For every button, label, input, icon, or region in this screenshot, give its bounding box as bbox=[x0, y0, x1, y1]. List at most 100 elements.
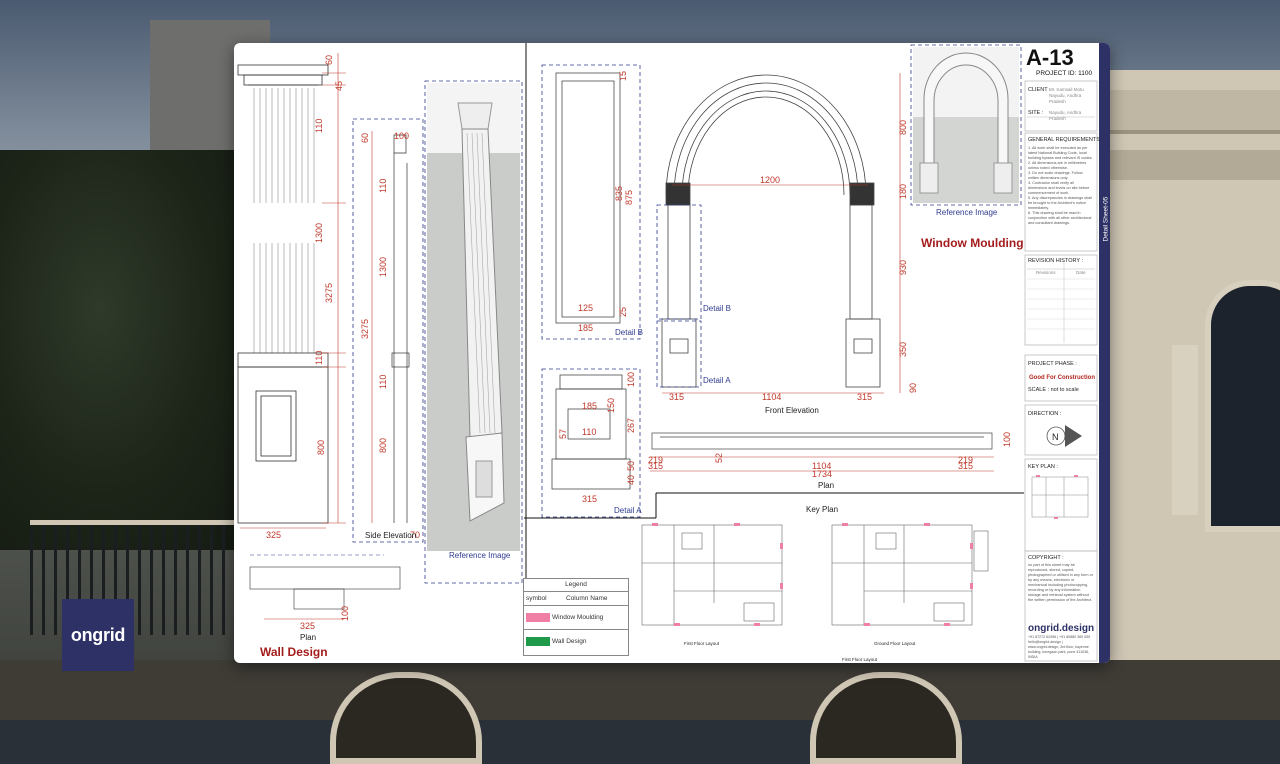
sheet-number: A-13 bbox=[1026, 45, 1074, 70]
wall-width-label: 325 bbox=[266, 530, 281, 540]
revision-col-date: Date bbox=[1076, 270, 1086, 275]
ground-floor-highlights bbox=[842, 523, 973, 626]
wall-plan-width: 325 bbox=[300, 621, 315, 631]
key-plan-thumbnail-highlights bbox=[1036, 475, 1078, 519]
detail-a-label: Detail A bbox=[614, 506, 642, 515]
revision-history-title: REVISION HISTORY : bbox=[1028, 258, 1084, 264]
sheet-side-tab-label: Detail Sheet-05 bbox=[1102, 196, 1110, 242]
window-arch-elevation bbox=[661, 74, 881, 388]
front-elevation-label: Front Elevation bbox=[765, 406, 819, 415]
project-phase-label: PROJECT PHASE : bbox=[1028, 361, 1077, 367]
detail-a-dim: 57 bbox=[558, 429, 568, 439]
side-elevation-label: Side Elevation bbox=[365, 531, 416, 540]
detail-b-callout bbox=[656, 204, 702, 320]
detail-a-dim: 110 bbox=[582, 427, 596, 437]
ground-floor-plan bbox=[831, 524, 989, 626]
detail-a-dim: 150 bbox=[606, 398, 616, 413]
general-requirements-title: GENERAL REQUIREMENTS : bbox=[1028, 137, 1103, 143]
side-elevation-drawing bbox=[391, 134, 410, 523]
side-dim-label: 800 bbox=[378, 438, 388, 453]
background-lower-floor bbox=[0, 660, 1280, 720]
window-plan-dim: 315 bbox=[958, 461, 973, 471]
window-plan-drawing bbox=[651, 432, 993, 450]
legend-col-name: Column Name bbox=[566, 595, 608, 602]
wall-dim-label: 110 bbox=[314, 351, 324, 365]
window-dim-left: 315 bbox=[669, 392, 684, 402]
window-dim-h1: 800 bbox=[898, 120, 908, 135]
window-dim-lines bbox=[662, 73, 901, 394]
detail-a-dim: 185 bbox=[582, 401, 597, 411]
window-reference-render bbox=[913, 47, 1019, 203]
detail-a-dim: 100 bbox=[626, 372, 636, 387]
side-dim-label: 100 bbox=[394, 131, 409, 141]
key-plan-thumbnail bbox=[1031, 476, 1089, 518]
window-dim-h2: 180 bbox=[898, 184, 908, 199]
site-label: SITE : bbox=[1028, 110, 1044, 116]
legend-row: Wall Design bbox=[524, 629, 628, 654]
key-plan-label: KEY PLAN : bbox=[1028, 464, 1058, 470]
wall-dim-label: 800 bbox=[316, 440, 326, 455]
direction-label: DIRECTION : bbox=[1028, 411, 1062, 417]
requirement-item: 2. All dimensions are in millimetres unl… bbox=[1028, 161, 1087, 170]
detail-b-drawing bbox=[555, 72, 621, 324]
revision-table-rows bbox=[1027, 278, 1095, 330]
drawing-canvas: 60 45 110 1300 3275 110 800 325 60 100 1… bbox=[237, 43, 1098, 662]
window-moulding-title: Window Moulding bbox=[921, 236, 1024, 250]
legend-swatch-pink bbox=[526, 613, 550, 622]
window-plan-dim: 315 bbox=[648, 461, 663, 471]
background-cornice-lower bbox=[1110, 150, 1280, 180]
detail-b-tag: Detail B bbox=[703, 304, 731, 313]
project-id: PROJECT ID: 1100 bbox=[1036, 70, 1093, 77]
title-block-company: ongrid.design bbox=[1028, 623, 1094, 634]
window-dim-right: 315 bbox=[857, 392, 872, 402]
wall-dim-label: 45 bbox=[334, 81, 344, 91]
window-plan-dim: 1734 bbox=[812, 469, 832, 479]
side-dim-label: 3275 bbox=[360, 319, 370, 339]
client-value: Mr. Kamsali Motu Nayudu, Andhra Pradesh bbox=[1049, 87, 1084, 104]
background-arched-window bbox=[1205, 280, 1280, 532]
wall-dim-label: 3275 bbox=[324, 283, 334, 303]
detail-a-dim: 315 bbox=[582, 494, 597, 504]
legend-item-label: Wall Design bbox=[552, 638, 587, 645]
window-dim-h3: 930 bbox=[898, 260, 908, 275]
background-cornice bbox=[1110, 90, 1280, 134]
general-requirements-list: 1. All work shall be executed as per lat… bbox=[1028, 146, 1094, 226]
window-plan-dim: 100 bbox=[1002, 432, 1012, 447]
legend-swatch-green bbox=[526, 637, 550, 646]
wall-dim-label: 110 bbox=[314, 119, 324, 133]
side-dim-label: 60 bbox=[360, 133, 370, 143]
sheet-side-tab bbox=[1099, 43, 1110, 663]
detail-b-dim: 835 bbox=[614, 186, 624, 201]
wall-plan-label: Plan bbox=[300, 633, 316, 642]
window-dim-h5: 90 bbox=[908, 383, 918, 393]
drawing-sheet: 60 45 110 1300 3275 110 800 325 60 100 1… bbox=[234, 43, 1110, 663]
first-floor-label: First Floor Layout bbox=[684, 641, 720, 646]
side-dim-label: 110 bbox=[378, 375, 388, 389]
detail-b-dim: 875 bbox=[624, 190, 634, 205]
requirement-item: 6. This drawing shall be read in conjunc… bbox=[1028, 211, 1092, 225]
wall-dim-label: 60 bbox=[324, 55, 334, 65]
first-floor-plan bbox=[641, 524, 783, 626]
side-dim-label: 1300 bbox=[378, 257, 388, 277]
detail-a-tag: Detail A bbox=[703, 376, 731, 385]
detail-a-callout bbox=[656, 320, 702, 388]
legend-col-symbol: symbol bbox=[526, 595, 547, 602]
requirement-item: 3. Do not scale drawings. Follow written… bbox=[1028, 171, 1083, 180]
wall-design-title: Wall Design bbox=[260, 645, 328, 659]
legend-item-label: Window Moulding bbox=[552, 614, 604, 621]
legend-row: Window Moulding bbox=[524, 605, 628, 630]
window-dim-h4: 350 bbox=[898, 342, 908, 357]
wall-dim-label: 1300 bbox=[314, 223, 324, 243]
detail-b-dim: 25 bbox=[618, 307, 628, 317]
requirement-item: 4. Contractor shall verify all dimension… bbox=[1028, 181, 1090, 195]
detail-b-label: Detail B bbox=[615, 328, 643, 337]
wall-reference-render bbox=[427, 83, 520, 551]
side-dim-label: 110 bbox=[378, 179, 388, 193]
detail-a-dim: 50 bbox=[626, 461, 636, 471]
legend-table: Legend symbol Column Name Window Mouldin… bbox=[523, 578, 629, 656]
first-floor-highlights bbox=[652, 523, 783, 626]
wall-reference-label: Reference Image bbox=[449, 551, 511, 560]
contact-address: hello@ongrid.design | www.ongrid.design,… bbox=[1028, 640, 1090, 659]
requirement-item: 5. Any discrepancies in drawings shall b… bbox=[1028, 196, 1092, 210]
copyright-text: no part of this sheet may be reproduced,… bbox=[1028, 563, 1094, 602]
